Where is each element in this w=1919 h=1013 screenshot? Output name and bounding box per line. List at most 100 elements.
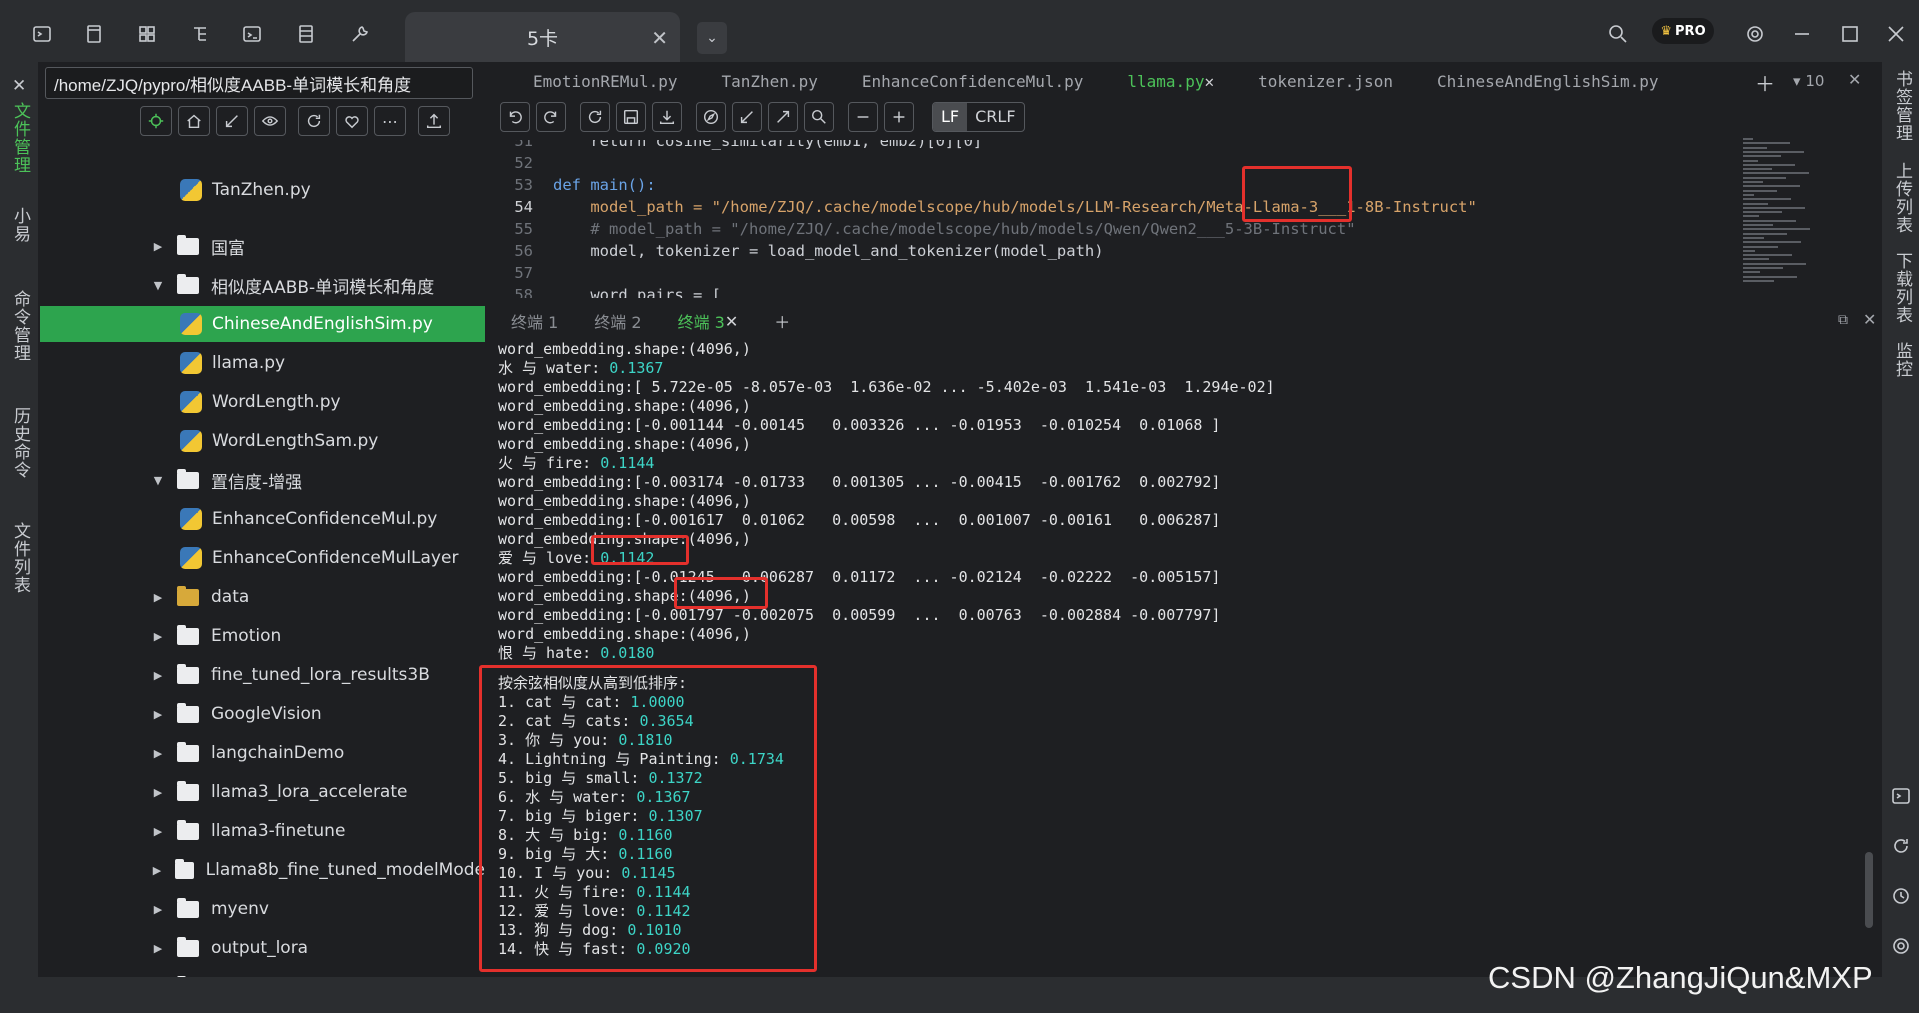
minimize-icon[interactable] <box>1790 22 1814 46</box>
close-icon[interactable]: ✕ <box>725 312 738 331</box>
grid-icon[interactable] <box>135 22 159 46</box>
chevron-right-icon[interactable]: ▶ <box>151 630 165 643</box>
gear-icon[interactable] <box>1743 22 1767 46</box>
file-item[interactable]: ChineseAndEnglishSim.py <box>40 306 485 342</box>
chevron-right-icon[interactable]: ▶ <box>151 747 165 760</box>
file-item[interactable]: WordLength.py <box>40 384 485 420</box>
activity-xiaoyi[interactable]: 小易 <box>8 207 33 243</box>
editor-tab[interactable]: EnhanceConfidenceMul.py <box>840 62 1106 100</box>
folder-item[interactable]: ▼ 相似度AABB-单词模长和角度 <box>40 267 485 303</box>
activity-command-manager[interactable]: 命令管理 <box>8 290 33 362</box>
crlf-option[interactable]: CRLF <box>967 103 1023 131</box>
chevron-down-icon[interactable]: ▼ <box>151 279 165 292</box>
folder-item[interactable]: ▶ llama3_lora_accelerate <box>40 774 485 810</box>
chevron-right-icon[interactable]: ▶ <box>151 591 165 604</box>
folder-item[interactable]: ▶ Llama8b_fine_tuned_modelMode <box>40 852 485 888</box>
session-tab[interactable]: 5卡 ✕ <box>405 12 680 62</box>
undo-button[interactable] <box>500 102 530 132</box>
file-item[interactable]: WordLengthSam.py <box>40 423 485 459</box>
close-terminal-icon[interactable]: ✕ <box>1863 310 1876 329</box>
close-icon[interactable]: ✕ <box>1204 72 1214 91</box>
compass-button[interactable] <box>696 102 726 132</box>
code-area[interactable]: 51 return cosine_similarity(emb1, emb2)[… <box>493 140 1743 298</box>
maximize-terminal-icon[interactable]: ⧉ <box>1838 312 1848 328</box>
terminal-icon[interactable] <box>30 22 54 46</box>
redo-button[interactable] <box>536 102 566 132</box>
terminal-scrollbar[interactable] <box>1865 852 1873 928</box>
chevron-right-icon[interactable]: ▶ <box>151 786 165 799</box>
chevron-right-icon[interactable]: ▶ <box>151 864 163 877</box>
zoom-out-button[interactable] <box>848 102 878 132</box>
file-item[interactable]: TanZhen.py <box>40 172 485 208</box>
chevron-right-icon[interactable]: ▶ <box>151 669 165 682</box>
file-item[interactable]: EnhanceConfidenceMul.py <box>40 501 485 537</box>
collapse-button[interactable] <box>216 106 248 136</box>
file-item[interactable]: llama.py <box>40 345 485 381</box>
close-icon[interactable]: ✕ <box>651 26 668 50</box>
folder-item[interactable]: ▶ langchainDemo <box>40 735 485 771</box>
download-button[interactable] <box>652 102 682 132</box>
console-icon[interactable] <box>240 22 264 46</box>
save-button[interactable] <box>616 102 646 132</box>
shrink-button[interactable] <box>732 102 762 132</box>
wrench-icon[interactable] <box>348 22 372 46</box>
folder-item[interactable]: ▶ fine_tuned_lora_results3B <box>40 657 485 693</box>
upload-button[interactable] <box>418 106 450 136</box>
chevron-right-icon[interactable]: ▶ <box>151 708 165 721</box>
activity-history[interactable]: 历史命令 <box>8 407 33 479</box>
eye-button[interactable] <box>254 106 286 136</box>
clock-icon[interactable] <box>1891 886 1911 906</box>
chevron-right-icon[interactable]: ▶ <box>151 942 165 955</box>
terminal-small-icon[interactable] <box>1891 786 1911 806</box>
locate-button[interactable] <box>140 106 172 136</box>
find-button[interactable] <box>804 102 834 132</box>
folder-item[interactable]: ▶ data <box>40 579 485 615</box>
folder-item[interactable]: ▶ myenv <box>40 891 485 927</box>
terminal-tab[interactable]: 终端 3 ✕ <box>660 304 757 338</box>
chevron-down-icon[interactable]: ▼ <box>151 474 165 487</box>
expand-button[interactable] <box>768 102 798 132</box>
minimap[interactable] <box>1743 138 1833 298</box>
zoom-in-button[interactable] <box>884 102 914 132</box>
activity-monitor[interactable]: 监控 <box>1890 342 1915 378</box>
folder-item[interactable]: ▶ GoogleVision <box>40 696 485 732</box>
search-icon[interactable] <box>1606 22 1630 46</box>
favorite-button[interactable] <box>336 106 368 136</box>
folder-item[interactable]: ▶ Emotion <box>40 618 485 654</box>
tab-count[interactable]: ▾ 10 <box>1793 72 1824 90</box>
terminal-tab[interactable]: 终端 1 <box>493 304 576 338</box>
more-button[interactable]: ⋯ <box>374 106 406 136</box>
activity-upload-list[interactable]: 上传列表 <box>1890 162 1915 234</box>
pro-badge[interactable]: ♛ PRO <box>1652 18 1714 44</box>
editor-tab[interactable]: tokenizer.json <box>1236 62 1415 100</box>
book-icon[interactable] <box>82 22 106 46</box>
editor-tab[interactable]: ChineseAndEnglishSim.py <box>1415 62 1681 100</box>
chevron-right-icon[interactable]: ▶ <box>151 825 165 838</box>
settings-icon[interactable] <box>1891 936 1911 956</box>
tree-icon[interactable] <box>188 22 212 46</box>
close-panel-icon[interactable]: ✕ <box>12 76 26 96</box>
home-button[interactable] <box>178 106 210 136</box>
folder-item[interactable]: ▶ output_lora <box>40 930 485 966</box>
add-tab-icon[interactable]: ＋ <box>1755 68 1775 97</box>
activity-bookmarks[interactable]: 书签管理 <box>1890 70 1915 142</box>
database-icon[interactable] <box>294 22 318 46</box>
lf-option[interactable]: LF <box>933 103 968 131</box>
path-input[interactable] <box>45 67 473 99</box>
editor-tab[interactable]: TanZhen.py <box>700 62 840 100</box>
activity-download-list[interactable]: 下载列表 <box>1890 252 1915 324</box>
folder-item[interactable]: ▶ 国富 <box>40 228 485 264</box>
activity-file-manager[interactable]: 文件管理 <box>8 102 33 174</box>
refresh-icon[interactable] <box>1891 836 1911 856</box>
add-terminal-icon[interactable]: ＋ <box>756 304 808 338</box>
folder-item[interactable]: ▼ 置信度-增强 <box>40 462 485 498</box>
maximize-icon[interactable] <box>1838 22 1862 46</box>
editor-tab[interactable]: EmotionREMul.py <box>493 62 700 100</box>
tab-dropdown-button[interactable]: ⌄ <box>697 22 727 54</box>
close-editor-icon[interactable]: ✕ <box>1848 70 1861 89</box>
editor-tab[interactable]: llama.py ✕ <box>1105 62 1236 100</box>
refresh-button[interactable] <box>298 106 330 136</box>
reload-button[interactable] <box>580 102 610 132</box>
close-window-icon[interactable] <box>1884 22 1908 46</box>
folder-item[interactable]: ▶ llama3-finetune <box>40 813 485 849</box>
